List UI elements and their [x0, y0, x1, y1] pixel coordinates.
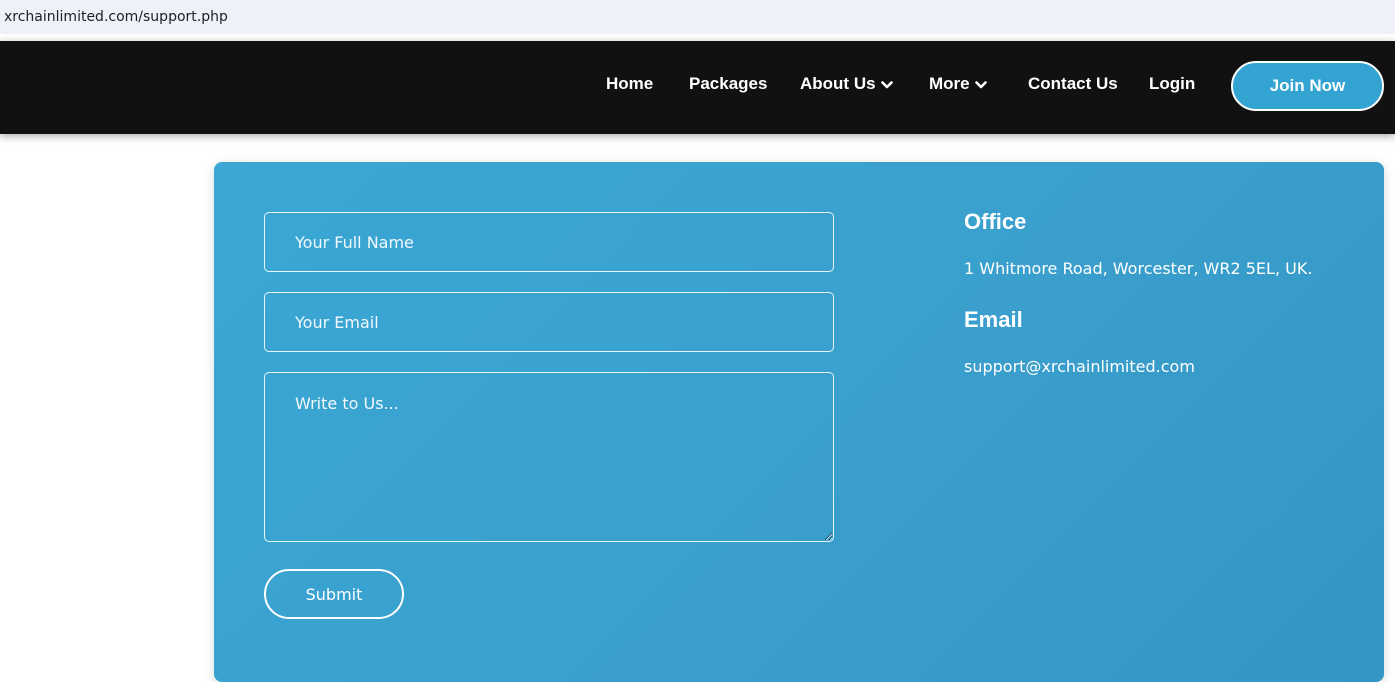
nav-packages-label: Packages — [689, 74, 768, 93]
office-address: 1 Whitmore Road, Worcester, WR2 5EL, UK. — [964, 259, 1313, 278]
nav-login-label: Login — [1149, 74, 1196, 93]
nav-packages[interactable]: Packages — [689, 74, 767, 94]
divider — [0, 34, 1395, 41]
address-bar[interactable]: xrchainlimited.com/support.php — [0, 0, 1395, 34]
nav-home-label: Home — [606, 74, 654, 93]
site-header: Home Packages About Us More Contact Us L… — [0, 41, 1395, 134]
nav-about-us-label: About Us — [800, 74, 876, 93]
email-address[interactable]: support@xrchainlimited.com — [964, 357, 1195, 376]
nav-about-us[interactable]: About Us — [800, 74, 893, 95]
full-name-input[interactable] — [264, 212, 834, 272]
chevron-down-icon — [974, 75, 987, 95]
nav-login[interactable]: Login — [1149, 74, 1195, 94]
nav-more[interactable]: More — [929, 74, 987, 95]
url-text: xrchainlimited.com/support.php — [4, 9, 228, 25]
message-textarea[interactable] — [264, 372, 834, 542]
join-now-label: Join Now — [1269, 76, 1346, 95]
nav-contact-us[interactable]: Contact Us — [1028, 74, 1118, 94]
main-nav: Home Packages About Us More Contact Us L… — [0, 41, 1395, 134]
nav-more-label: More — [929, 74, 970, 93]
join-now-button[interactable]: Join Now — [1231, 61, 1384, 111]
submit-button[interactable]: Submit — [264, 569, 404, 619]
contact-card: Submit Office 1 Whitmore Road, Worcester… — [214, 162, 1384, 682]
submit-label: Submit — [305, 584, 363, 604]
nav-home[interactable]: Home — [606, 74, 653, 94]
email-heading: Email — [964, 307, 1023, 332]
office-heading: Office — [964, 209, 1027, 234]
email-input[interactable] — [264, 292, 834, 352]
chevron-down-icon — [880, 75, 893, 95]
nav-contact-us-label: Contact Us — [1028, 74, 1118, 93]
